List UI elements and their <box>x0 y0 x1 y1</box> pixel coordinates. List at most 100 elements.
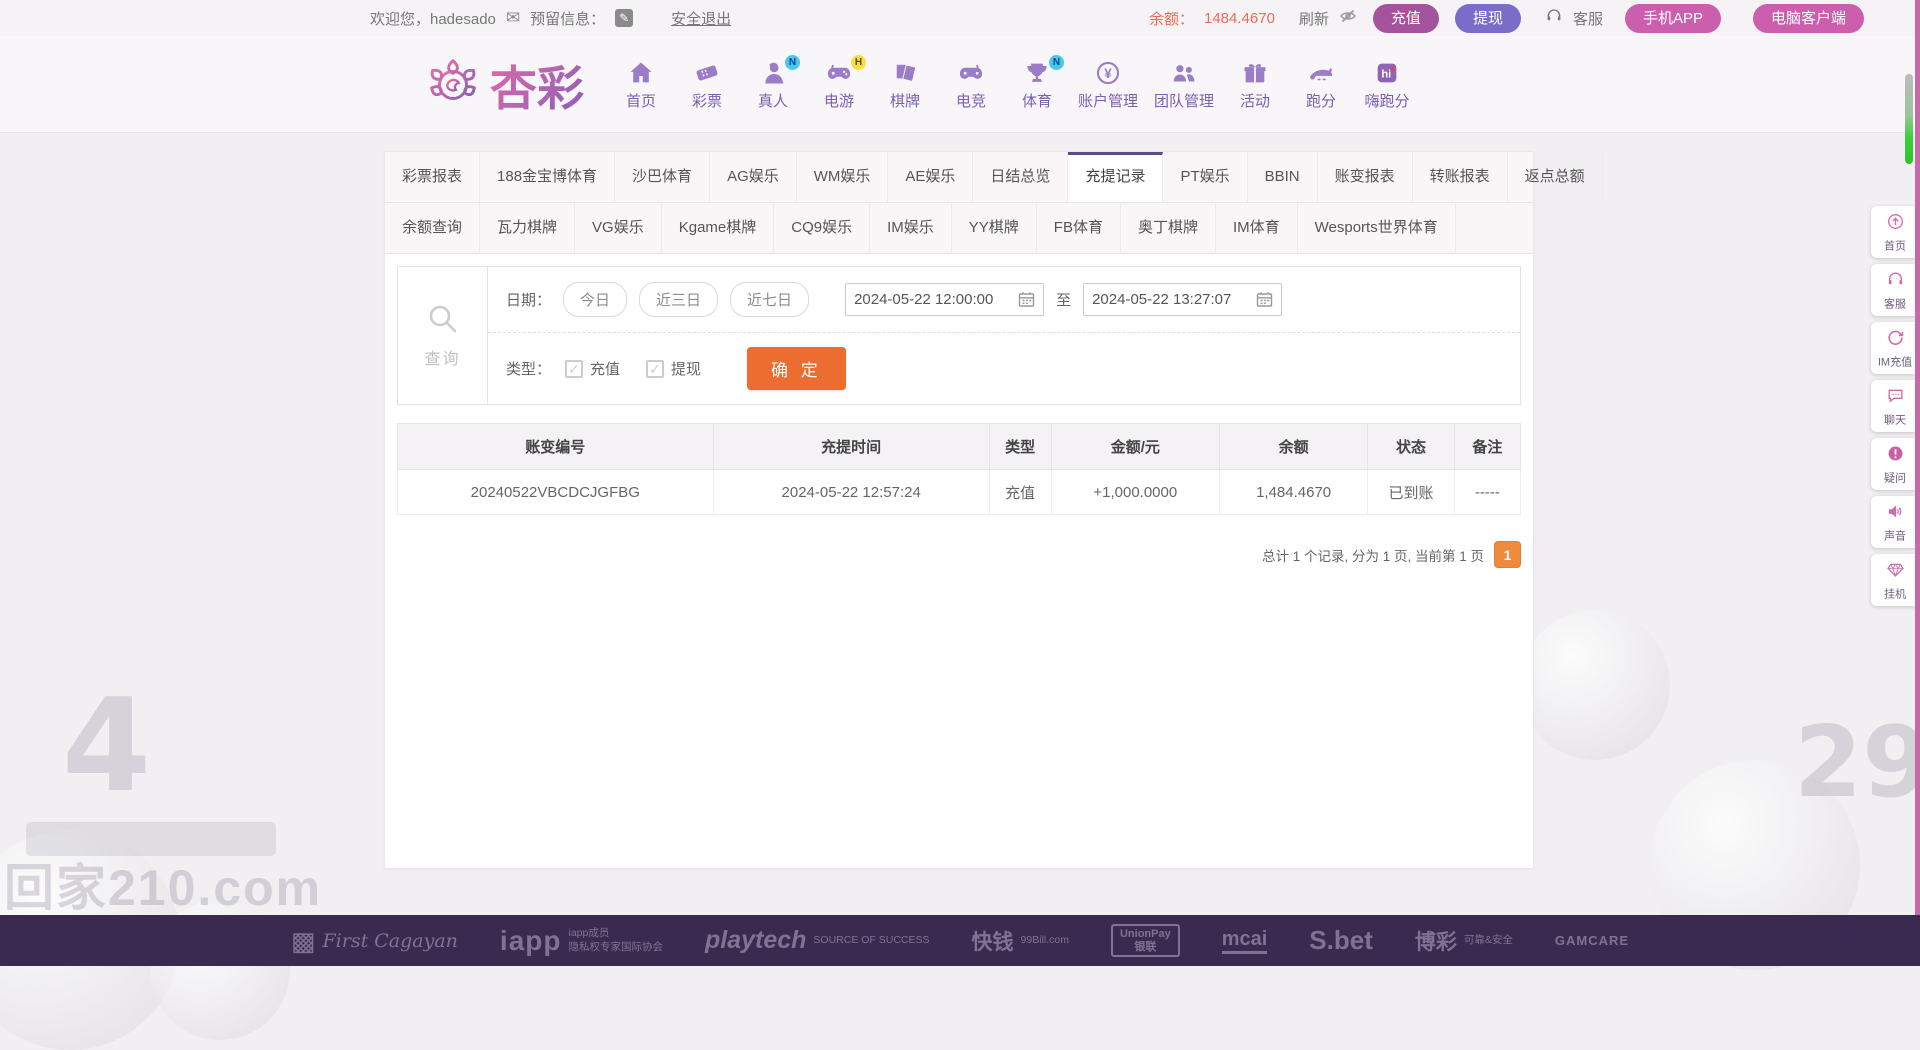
nav-item-promo[interactable]: 活动 <box>1226 55 1284 113</box>
report-tab[interactable]: YY棋牌 <box>952 203 1037 253</box>
report-tab[interactable]: PT娱乐 <box>1163 152 1248 202</box>
top-bar: 欢迎您，hadesado ✉ 预留信息： ✎ 安全退出 余额： 1484.467… <box>0 0 1920 36</box>
nav-item-account[interactable]: ¥ 账户管理 <box>1074 55 1142 113</box>
status-badge: 已到账 <box>1367 469 1455 515</box>
scrollbar-thumb[interactable] <box>1905 74 1913 164</box>
report-tab[interactable]: 充提记录 <box>1068 152 1164 202</box>
service-link[interactable]: 客服 <box>1573 8 1603 29</box>
report-tab[interactable]: AE娱乐 <box>888 152 974 202</box>
records-table: 账变编号 充提时间 类型 金额/元 余额 状态 备注 20240522VBCDCJGFBG … <box>397 423 1522 515</box>
pc-client-button[interactable]: 电脑客户端 <box>1752 3 1864 33</box>
watermark-text: 回家210.com <box>4 860 323 916</box>
nav-item-esports[interactable]: 电竞 <box>942 55 1000 113</box>
report-tab[interactable]: 沙巴体育 <box>615 152 711 202</box>
im-recharge-icon <box>1886 330 1905 351</box>
mobile-app-button[interactable]: 手机APP <box>1624 3 1721 33</box>
date-from-input[interactable] <box>854 291 1013 308</box>
home-icon <box>616 59 666 89</box>
new-badge: N <box>785 55 800 70</box>
side-item-question[interactable]: 疑问 <box>1871 438 1919 490</box>
nav-item-cards[interactable]: 棋牌 <box>876 55 934 113</box>
cell-note: ----- <box>1453 469 1522 515</box>
balance-label: 余额： <box>1148 10 1194 28</box>
calendar-icon[interactable] <box>1256 291 1273 308</box>
report-tab[interactable]: FB体育 <box>1037 203 1121 253</box>
report-tab[interactable]: 账变报表 <box>1318 152 1413 202</box>
withdraw-button[interactable]: 提现 <box>1454 3 1521 33</box>
svg-text:hi: hi <box>1381 69 1391 81</box>
report-tab[interactable]: CQ9娱乐 <box>774 203 871 253</box>
report-tab[interactable]: WM娱乐 <box>797 152 889 202</box>
report-tab[interactable]: 余额查询 <box>385 203 481 253</box>
flower-logo-icon <box>430 58 476 100</box>
date-quick-pill[interactable]: 今日 <box>563 282 628 317</box>
report-tab[interactable]: Wesports世界体育 <box>1298 203 1456 253</box>
report-tab[interactable]: 奥丁棋牌 <box>1121 203 1216 253</box>
main-nav: 首页 彩票 N 真人 H 电游 棋牌 电竞 N 体育 ¥ 账户管理 团队管理 活… <box>612 55 1416 113</box>
balance-value: 1484.4670 <box>1204 9 1275 27</box>
type-checkboxes: 充值 提现 <box>565 358 701 379</box>
confirm-button[interactable]: 确 定 <box>747 347 846 390</box>
window-edge-line <box>1915 0 1920 966</box>
report-tab[interactable]: 日结总览 <box>973 152 1069 202</box>
decor-number-right: 29 <box>1794 706 1920 820</box>
nav-item-home[interactable]: 首页 <box>612 55 670 113</box>
column-header: 状态 <box>1367 423 1455 470</box>
side-item-service[interactable]: 客服 <box>1871 264 1919 316</box>
cell-time: 2024-05-22 12:57:24 <box>712 469 990 515</box>
mail-icon[interactable]: ✉ <box>506 8 520 28</box>
side-item-idle[interactable]: 挂机 <box>1871 554 1919 606</box>
type-checkbox[interactable]: 充值 <box>565 358 620 379</box>
edit-pencil-icon[interactable]: ✎ <box>615 9 634 27</box>
brand-logo[interactable]: 杏彩 <box>424 50 584 119</box>
report-tab[interactable]: 瓦力棋牌 <box>480 203 576 253</box>
date-quick-pill[interactable]: 近三日 <box>639 282 719 317</box>
type-checkbox[interactable]: 提现 <box>646 358 701 379</box>
back-to-top-icon <box>1886 214 1905 235</box>
pagination-summary: 总计 1 个记录, 分为 1 页, 当前第 1 页 <box>1261 548 1484 564</box>
report-tab[interactable]: AG娱乐 <box>710 152 797 202</box>
report-tab[interactable]: IM体育 <box>1216 203 1298 253</box>
date-quick-pill[interactable]: 近七日 <box>730 282 810 317</box>
page-1-button[interactable]: 1 <box>1494 541 1521 568</box>
report-tab[interactable]: 返点总额 <box>1508 152 1603 202</box>
nav-item-sports[interactable]: N 体育 <box>1008 55 1066 113</box>
date-to-input[interactable] <box>1092 291 1251 308</box>
partner-logo: ▩ First Cagayan <box>290 925 458 956</box>
refresh-link[interactable]: 刷新 <box>1299 8 1329 29</box>
nav-item-live[interactable]: N 真人 <box>744 55 802 113</box>
report-tab[interactable]: BBIN <box>1248 152 1318 202</box>
nav-item-paofen[interactable]: 跑分 <box>1292 55 1350 113</box>
report-tab[interactable]: Kgame棋牌 <box>662 203 775 253</box>
nav-item-team[interactable]: 团队管理 <box>1150 55 1218 113</box>
calendar-icon[interactable] <box>1018 291 1035 308</box>
magnifier-icon <box>426 302 460 341</box>
tab-row-1: 彩票报表 188金宝博体育 沙巴体育 AG娱乐 WM娱乐 AE娱乐 日结总览 充… <box>385 152 1603 203</box>
main-content-card: 彩票报表 188金宝博体育 沙巴体育 AG娱乐 WM娱乐 AE娱乐 日结总览 充… <box>384 151 1603 869</box>
nav-item-hi-paofen[interactable]: hi 嗨跑分 <box>1358 55 1416 113</box>
report-tab[interactable]: 188金宝博体育 <box>480 152 616 202</box>
side-item-sound[interactable]: 声音 <box>1871 496 1919 548</box>
report-tab[interactable]: 彩票报表 <box>385 152 481 202</box>
new-badge: N <box>1049 55 1064 70</box>
lottery-ticket-icon <box>682 59 732 89</box>
logout-link[interactable]: 安全退出 <box>671 8 731 29</box>
to-label: 至 <box>1056 292 1072 309</box>
nav-item-lottery[interactable]: 彩票 <box>678 55 736 113</box>
column-header: 充提时间 <box>712 423 990 470</box>
deposit-button[interactable]: 充值 <box>1372 3 1439 33</box>
report-tab[interactable]: 转账报表 <box>1413 152 1508 202</box>
side-item-chat[interactable]: 聊天 <box>1871 380 1919 432</box>
nav-item-egame[interactable]: H 电游 <box>810 55 868 113</box>
table-header-row: 账变编号 充提时间 类型 金额/元 余额 状态 备注 <box>397 423 1522 470</box>
tab-row-2: 余额查询 瓦力棋牌 VG娱乐 Kgame棋牌 CQ9娱乐 IM娱乐 YY棋牌 F… <box>385 203 1533 254</box>
side-item-home[interactable]: 首页 <box>1871 206 1919 258</box>
side-item-im-recharge[interactable]: IM充值 <box>1871 322 1919 374</box>
decor-number-left: 4 <box>62 672 152 821</box>
eye-slash-icon[interactable] <box>1339 7 1357 29</box>
report-tab[interactable]: IM娱乐 <box>870 203 952 253</box>
partner-logo: UnionPay 银联 <box>1110 923 1180 958</box>
chat-bubble-icon <box>1886 389 1905 409</box>
hot-badge: H <box>851 55 866 70</box>
report-tab[interactable]: VG娱乐 <box>575 203 662 253</box>
